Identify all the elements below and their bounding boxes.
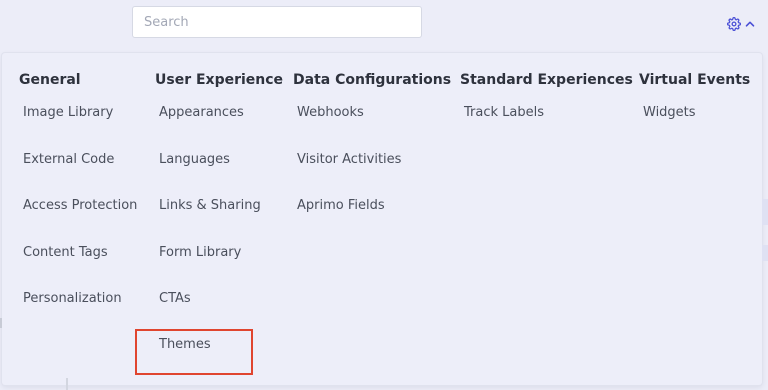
chevron-up-icon[interactable]	[745, 19, 755, 29]
themes-highlight-box	[135, 329, 253, 375]
search-input[interactable]	[132, 6, 422, 38]
menu-item-languages[interactable]: Languages	[159, 152, 230, 167]
background-edge	[0, 318, 2, 328]
menu-item-external-code[interactable]: External Code	[23, 152, 114, 167]
column-heading: Virtual Events	[639, 72, 751, 88]
menu-item-links-sharing[interactable]: Links & Sharing	[159, 198, 261, 213]
column-heading: User Experience	[155, 72, 284, 88]
menu-item-webhooks[interactable]: Webhooks	[297, 105, 364, 120]
menu-item-appearances[interactable]: Appearances	[159, 105, 244, 120]
column-heading: Standard Experiences	[460, 72, 633, 88]
menu-item-track-labels[interactable]: Track Labels	[464, 105, 544, 120]
top-bar	[0, 0, 768, 48]
menu-item-personalization[interactable]: Personalization	[23, 291, 122, 306]
gear-icon[interactable]	[727, 17, 741, 31]
settings-dropdown-panel: General Image Library External Code Acce…	[2, 53, 762, 385]
menu-item-content-tags[interactable]: Content Tags	[23, 245, 108, 260]
settings-menu-toggle[interactable]	[727, 14, 763, 34]
menu-item-widgets[interactable]: Widgets	[643, 105, 696, 120]
menu-item-visitor-activities[interactable]: Visitor Activities	[297, 152, 401, 167]
menu-item-access-protection[interactable]: Access Protection	[23, 198, 137, 213]
background-edge	[66, 378, 68, 390]
column-heading: Data Configurations	[293, 72, 452, 88]
menu-item-image-library[interactable]: Image Library	[23, 105, 113, 120]
column-heading: General	[19, 72, 81, 88]
menu-item-form-library[interactable]: Form Library	[159, 245, 241, 260]
menu-item-aprimo-fields[interactable]: Aprimo Fields	[297, 198, 385, 213]
background-edge	[762, 245, 768, 261]
background-edge	[762, 199, 768, 225]
menu-item-ctas[interactable]: CTAs	[159, 291, 191, 306]
